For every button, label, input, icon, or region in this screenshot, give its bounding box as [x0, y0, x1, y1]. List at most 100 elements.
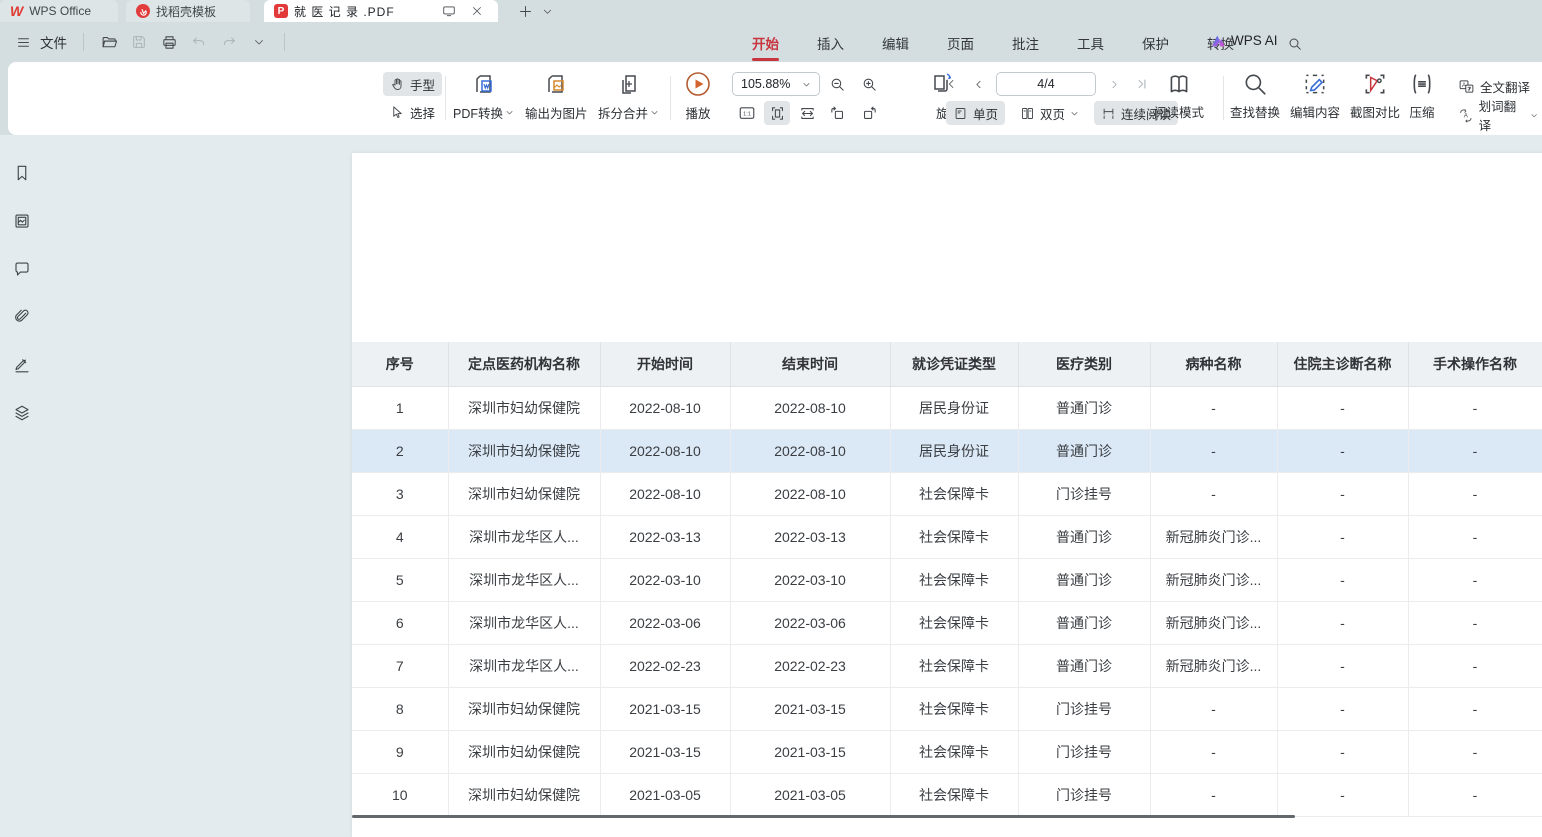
- rotate-left-icon[interactable]: [824, 101, 850, 125]
- menu-item[interactable]: 插入: [803, 29, 858, 57]
- next-page-icon[interactable]: [1104, 72, 1124, 96]
- folder-open-icon[interactable]: [96, 30, 122, 54]
- table-row[interactable]: 6深圳市龙华区人...2022-03-062022-03-06社会保障卡普通门诊…: [352, 601, 1542, 644]
- table-row[interactable]: 5深圳市龙华区人...2022-03-102022-03-10社会保障卡普通门诊…: [352, 558, 1542, 601]
- wps-ai-logo-icon: [1210, 34, 1226, 48]
- table-row[interactable]: 10深圳市妇幼保健院2021-03-052021-03-05社会保障卡门诊挂号-…: [352, 773, 1542, 816]
- menu-search-icon[interactable]: [1282, 32, 1308, 56]
- table-cell: 2022-02-23: [600, 644, 730, 687]
- table-row[interactable]: 8深圳市妇幼保健院2021-03-152021-03-15社会保障卡门诊挂号--…: [352, 687, 1542, 730]
- actual-size-button[interactable]: 1:1: [734, 101, 760, 125]
- table-cell: 2022-03-13: [730, 515, 890, 558]
- table-header-cell: 结束时间: [730, 342, 890, 386]
- tab-document-pdf[interactable]: P 就 医 记 录 .PDF: [264, 0, 498, 22]
- pdf-file-icon: P: [274, 4, 288, 18]
- pdf-page[interactable]: 序号定点医药机构名称开始时间结束时间就诊凭证类型医疗类别病种名称住院主诊断名称手…: [352, 153, 1542, 837]
- menu-item[interactable]: 开始: [738, 29, 793, 57]
- table-cell: 普通门诊: [1018, 644, 1150, 687]
- word-translate-button[interactable]: A 划词翻译: [1454, 103, 1542, 127]
- tab-docer-templates[interactable]: 找稻壳模板: [126, 0, 250, 22]
- divider: [445, 76, 446, 120]
- single-page-icon: [953, 106, 968, 121]
- table-cell: 8: [352, 687, 448, 730]
- menu-item[interactable]: 保护: [1128, 29, 1183, 57]
- table-cell: -: [1150, 429, 1277, 472]
- first-page-icon[interactable]: [940, 72, 960, 96]
- compress-label: 压缩: [1409, 102, 1434, 121]
- table-row[interactable]: 4深圳市龙华区人...2022-03-132022-03-13社会保障卡普通门诊…: [352, 515, 1542, 558]
- hamburger-icon[interactable]: [10, 30, 36, 54]
- table-cell: -: [1277, 773, 1408, 816]
- table-cell: 6: [352, 601, 448, 644]
- edit-content-button[interactable]: 编辑内容: [1290, 71, 1340, 121]
- table-cell: 门诊挂号: [1018, 773, 1150, 816]
- table-cell: 4: [352, 515, 448, 558]
- rotate-right-icon[interactable]: [856, 101, 882, 125]
- table-cell: 深圳市龙华区人...: [448, 644, 600, 687]
- select-tool-button[interactable]: 选择: [383, 100, 442, 124]
- close-icon[interactable]: [466, 0, 488, 22]
- find-replace-button[interactable]: 查找替换: [1230, 71, 1280, 121]
- attachment-icon[interactable]: [8, 303, 36, 331]
- table-cell: -: [1150, 472, 1277, 515]
- zoom-in-icon[interactable]: [856, 72, 882, 96]
- table-row[interactable]: 2深圳市妇幼保健院2022-08-102022-08-10居民身份证普通门诊--…: [352, 429, 1542, 472]
- book-icon: [1166, 71, 1192, 97]
- menu-item[interactable]: 批注: [998, 29, 1053, 57]
- table-cell: 深圳市龙华区人...: [448, 558, 600, 601]
- wps-ai-button[interactable]: WPS AI: [1210, 33, 1278, 48]
- zoom-level-select[interactable]: 105.88%: [732, 72, 820, 96]
- table-cell: 2022-08-10: [600, 386, 730, 429]
- split-merge-button[interactable]: 拆分合并: [598, 72, 659, 122]
- compress-button[interactable]: 压缩: [1409, 71, 1435, 121]
- table-horizontal-scrollbar[interactable]: [352, 815, 1295, 818]
- pdf-convert-button[interactable]: PDF转换: [453, 72, 514, 122]
- table-row[interactable]: 1深圳市妇幼保健院2022-08-102022-08-10居民身份证普通门诊--…: [352, 386, 1542, 429]
- tab-list-chevron-down-icon[interactable]: [536, 0, 558, 22]
- previous-page-icon[interactable]: [968, 72, 988, 96]
- quickbar-chevron-down-icon[interactable]: [246, 30, 272, 54]
- save-icon[interactable]: [126, 30, 152, 54]
- screenshot-compare-button[interactable]: 截图对比: [1350, 71, 1400, 121]
- signature-pen-icon[interactable]: [8, 351, 36, 379]
- menu-item[interactable]: 页面: [933, 29, 988, 57]
- table-cell: -: [1277, 687, 1408, 730]
- titlebar: W WPS Office 找稻壳模板 P 就 医 记 录 .PDF: [0, 0, 1542, 22]
- table-cell: 门诊挂号: [1018, 472, 1150, 515]
- new-tab-plus-icon[interactable]: [514, 0, 536, 22]
- double-page-button[interactable]: 双页: [1013, 101, 1086, 125]
- table-cell: 新冠肺炎门诊...: [1150, 515, 1277, 558]
- comment-icon[interactable]: [8, 255, 36, 283]
- table-row[interactable]: 3深圳市妇幼保健院2022-08-102022-08-10社会保障卡门诊挂号--…: [352, 472, 1542, 515]
- table-cell: -: [1408, 558, 1542, 601]
- hand-tool-button[interactable]: 手型: [383, 72, 442, 96]
- table-row[interactable]: 9深圳市妇幼保健院2021-03-152021-03-15社会保障卡门诊挂号--…: [352, 730, 1542, 773]
- menu-item[interactable]: 编辑: [868, 29, 923, 57]
- redo-icon[interactable]: [216, 30, 242, 54]
- full-translate-button[interactable]: A 全文翻译: [1454, 74, 1534, 98]
- file-menu-button[interactable]: 文件: [40, 32, 67, 52]
- split-merge-icon: [616, 72, 642, 98]
- chevron-down-icon: [505, 108, 514, 117]
- last-page-icon[interactable]: [1132, 72, 1152, 96]
- print-icon[interactable]: [156, 30, 182, 54]
- layers-icon[interactable]: [8, 399, 36, 427]
- zoom-out-icon[interactable]: [824, 72, 850, 96]
- undo-icon[interactable]: [186, 30, 212, 54]
- read-mode-button[interactable]: 阅读模式: [1154, 71, 1204, 121]
- play-button[interactable]: 播放: [684, 70, 712, 122]
- single-page-button[interactable]: 单页: [946, 101, 1005, 125]
- tab-wps-office[interactable]: W WPS Office: [0, 0, 118, 22]
- page-number-input[interactable]: [996, 72, 1096, 96]
- fit-page-button[interactable]: [764, 101, 790, 125]
- monitor-icon[interactable]: [438, 0, 460, 22]
- table-cell: 社会保障卡: [890, 730, 1018, 773]
- menu-item[interactable]: 工具: [1063, 29, 1118, 57]
- fit-width-button[interactable]: [794, 101, 820, 125]
- table-row[interactable]: 7深圳市龙华区人...2022-02-232022-02-23社会保障卡普通门诊…: [352, 644, 1542, 687]
- bookmark-icon[interactable]: [8, 159, 36, 187]
- table-cell: -: [1408, 601, 1542, 644]
- thumbnail-icon[interactable]: [8, 207, 36, 235]
- export-image-button[interactable]: 输出为图片: [525, 72, 588, 122]
- menubar: 文件 开始插入编辑页面批注工具保护转换 WPS AI: [0, 22, 1542, 62]
